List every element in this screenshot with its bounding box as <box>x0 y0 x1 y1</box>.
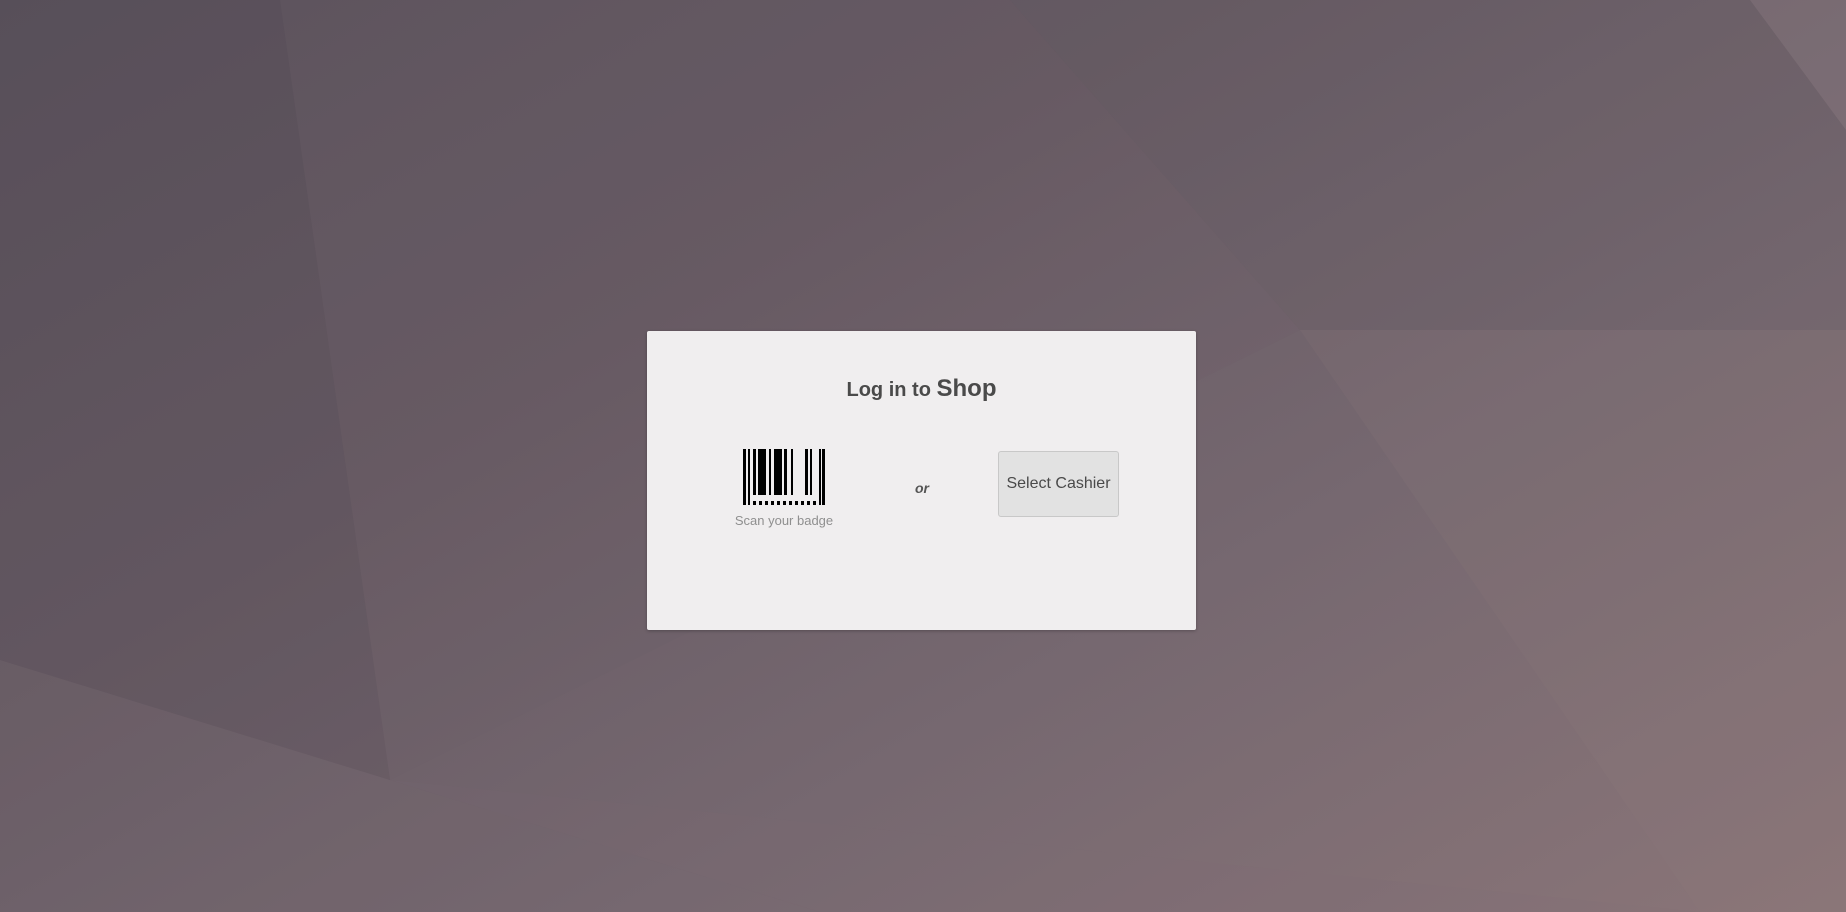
barcode-icon <box>743 449 825 505</box>
select-cashier-button[interactable]: Select Cashier <box>998 451 1119 517</box>
or-separator: or <box>915 480 929 496</box>
scan-badge-area: Scan your badge <box>731 449 837 528</box>
login-title: Log in to Shop <box>647 375 1196 403</box>
scan-badge-label: Scan your badge <box>734 513 834 528</box>
login-title-prefix: Log in to <box>846 379 931 401</box>
login-card: Log in to Shop Scan your badge or Select… <box>647 331 1196 630</box>
shop-name: Shop <box>936 375 997 402</box>
